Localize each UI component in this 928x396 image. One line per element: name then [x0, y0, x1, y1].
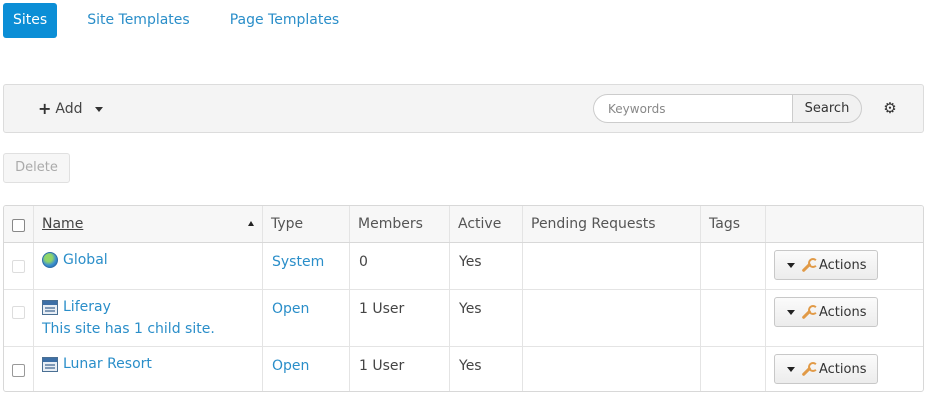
caret-down-icon: [787, 262, 795, 268]
caret-down-icon: [787, 366, 795, 372]
globe-icon: [42, 252, 58, 268]
tab-page-templates[interactable]: Page Templates: [220, 3, 350, 38]
sites-table: Name Type Members Active Pending Request…: [3, 205, 924, 392]
site-active: Yes: [459, 358, 482, 374]
site-active: Yes: [459, 301, 482, 317]
wrench-icon: [799, 257, 818, 273]
site-type-link[interactable]: Open: [272, 301, 309, 317]
actions-button[interactable]: Actions: [774, 354, 878, 384]
caret-down-icon: [94, 106, 103, 112]
column-header-tags: Tags: [709, 216, 740, 232]
table-row: Lunar Resort Open 1 User Yes Actions: [4, 347, 923, 391]
select-all-checkbox[interactable]: [12, 219, 25, 232]
plus-icon: +: [38, 99, 52, 118]
caret-down-icon: [787, 309, 795, 315]
site-active: Yes: [459, 254, 482, 270]
child-site-note[interactable]: This site has 1 child site.: [42, 321, 215, 337]
search-button[interactable]: Search: [792, 94, 862, 123]
sort-ascending-icon: [248, 221, 254, 226]
add-button[interactable]: + Add: [38, 98, 103, 120]
table-header: Name Type Members Active Pending Request…: [4, 206, 923, 243]
site-type-link[interactable]: System: [272, 254, 324, 270]
wrench-icon: [799, 361, 818, 377]
column-header-pending-requests: Pending Requests: [531, 216, 656, 232]
site-icon: [42, 299, 58, 315]
site-name-link[interactable]: Liferay: [63, 299, 111, 315]
row-checkbox[interactable]: [12, 364, 25, 377]
site-members: 1 User: [359, 358, 405, 374]
column-header-members: Members: [358, 216, 423, 232]
site-name-link[interactable]: Global: [63, 252, 108, 268]
column-header-type: Type: [271, 216, 304, 232]
site-members: 1 User: [359, 301, 405, 317]
search-input[interactable]: [593, 94, 792, 123]
actions-button[interactable]: Actions: [774, 297, 878, 327]
actions-label: Actions: [819, 361, 867, 377]
actions-label: Actions: [819, 304, 867, 320]
management-toolbar: + Add Search ⚙: [3, 84, 924, 133]
row-checkbox[interactable]: [12, 306, 25, 319]
wrench-icon: [799, 304, 818, 320]
tab-sites[interactable]: Sites: [3, 3, 58, 38]
site-icon: [42, 356, 58, 372]
delete-button[interactable]: Delete: [3, 153, 70, 183]
column-header-active: Active: [458, 216, 502, 232]
actions-label: Actions: [819, 257, 867, 273]
table-row: Global System 0 Yes Actions: [4, 243, 923, 290]
actions-button[interactable]: Actions: [774, 250, 878, 280]
row-checkbox[interactable]: [12, 260, 25, 273]
site-name-link[interactable]: Lunar Resort: [63, 356, 152, 372]
site-members: 0: [359, 254, 368, 270]
tab-site-templates[interactable]: Site Templates: [77, 3, 200, 38]
add-label: Add: [55, 101, 83, 117]
column-header-name[interactable]: Name: [42, 216, 83, 232]
tab-bar: Sites Site Templates Page Templates: [3, 3, 349, 38]
site-type-link[interactable]: Open: [272, 358, 309, 374]
table-row: Liferay This site has 1 child site. Open…: [4, 290, 923, 347]
gear-icon[interactable]: ⚙: [882, 100, 898, 116]
